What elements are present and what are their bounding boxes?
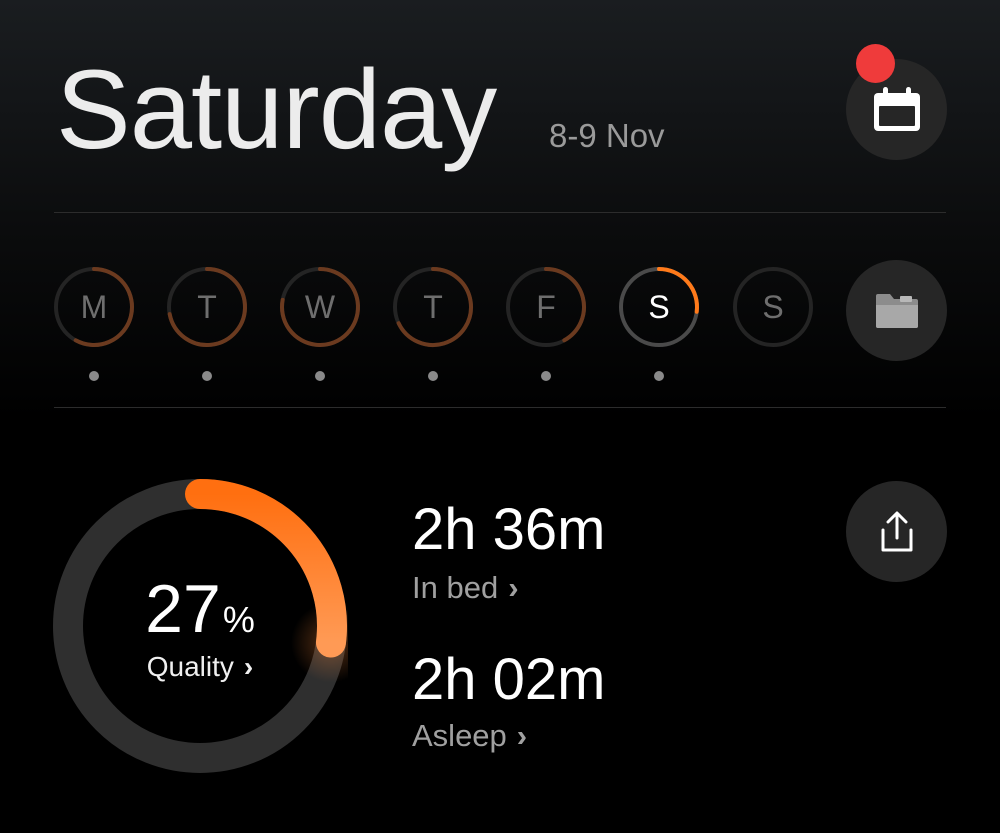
day-letter: T — [197, 288, 217, 325]
divider — [54, 407, 946, 408]
share-icon — [881, 511, 912, 551]
day-monday[interactable]: M — [52, 265, 136, 349]
day-wednesday[interactable]: W — [278, 265, 362, 349]
quality-percent-sign: % — [222, 599, 255, 640]
asleep-label: Asleep — [412, 718, 507, 753]
day-letter: S — [762, 288, 784, 325]
in-bed-label: In bed — [412, 570, 499, 605]
day-tuesday[interactable]: T — [165, 265, 249, 349]
day-letter: W — [304, 288, 336, 325]
notification-badge — [856, 44, 895, 83]
day-record-dot — [541, 371, 551, 381]
header: Saturday 8-9 Nov — [0, 0, 1000, 212]
day-friday[interactable]: F — [504, 265, 588, 349]
chevron-right-icon: › — [508, 570, 519, 605]
in-bed-value: 2h 36m — [412, 497, 606, 562]
date-range: 8-9 Nov — [549, 117, 665, 154]
quality-label: Quality — [146, 651, 234, 682]
page-title: Saturday — [56, 47, 497, 172]
chevron-right-icon: › — [243, 651, 254, 682]
folder-button[interactable] — [846, 260, 947, 361]
divider — [54, 212, 946, 213]
day-record-dot — [89, 371, 99, 381]
day-thursday[interactable]: T — [391, 265, 475, 349]
chevron-right-icon: › — [516, 718, 528, 753]
day-record-dot — [202, 371, 212, 381]
day-letter: M — [80, 288, 108, 325]
day-record-dot — [428, 371, 438, 381]
quality-value: 27% — [52, 573, 348, 656]
day-letter: F — [536, 288, 556, 325]
asleep-value: 2h 02m — [412, 647, 606, 712]
day-letter: T — [423, 288, 443, 325]
day-saturday[interactable]: S — [617, 265, 701, 349]
share-button[interactable] — [846, 481, 947, 582]
in-bed-link[interactable]: In bed › — [412, 569, 519, 607]
quality-link[interactable]: Quality › — [52, 650, 348, 684]
day-letter: S — [648, 288, 670, 325]
day-sunday[interactable]: S — [731, 265, 815, 349]
quality-ring[interactable]: 27% Quality › — [52, 478, 348, 774]
day-record-dot — [654, 371, 664, 381]
quality-number: 27 — [145, 571, 221, 647]
folder-icon — [875, 293, 918, 328]
asleep-link[interactable]: Asleep › — [412, 717, 527, 755]
calendar-icon — [873, 86, 920, 131]
day-record-dot — [315, 371, 325, 381]
